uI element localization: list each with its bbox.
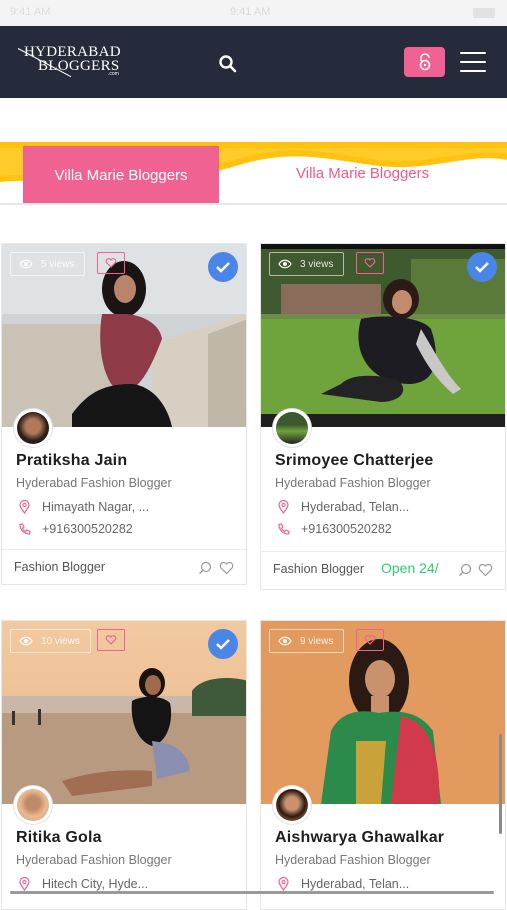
status-time-left: 9:41 AM <box>10 6 51 18</box>
heart-icon <box>105 258 117 268</box>
heart-icon[interactable] <box>219 561 234 575</box>
verified-badge <box>467 252 497 282</box>
eye-icon <box>19 636 33 646</box>
profile-name[interactable]: Srimoyee Chatterjee <box>275 452 434 470</box>
tab-villa-marie-bloggers-active[interactable]: Villa Marie Bloggers <box>23 146 219 204</box>
profile-subtitle: Hyderabad Fashion Blogger <box>275 853 431 867</box>
zoom-icon[interactable] <box>458 563 472 577</box>
favourite-button[interactable] <box>356 629 384 651</box>
search-icon[interactable] <box>218 54 238 74</box>
tab-villa-marie-bloggers[interactable]: Villa Marie Bloggers <box>296 165 429 182</box>
verified-badge <box>208 629 238 659</box>
location-pin-icon <box>18 877 30 891</box>
location-row: Hitech City, Hyde... <box>16 877 148 891</box>
phone-row[interactable]: +916300520282 <box>16 522 133 536</box>
avatar[interactable] <box>273 786 311 824</box>
heart-icon <box>364 635 376 645</box>
profile-subtitle: Hyderabad Fashion Blogger <box>275 476 431 490</box>
avatar[interactable] <box>14 786 52 824</box>
profile-name[interactable]: Ritika Gola <box>16 829 102 847</box>
tab-divider <box>0 203 507 205</box>
phone-row[interactable]: +916300520282 <box>275 522 392 536</box>
favourite-button[interactable] <box>97 252 125 274</box>
unlock-icon <box>419 53 430 71</box>
favourite-button[interactable] <box>97 629 125 651</box>
phone-icon <box>277 522 290 535</box>
category-label: Fashion Blogger <box>14 560 106 574</box>
location-text: Himayath Nagar, ... <box>42 500 149 514</box>
profile-card[interactable]: 9 views Aishwarya Ghawalkar Hyderabad Fa… <box>260 620 506 910</box>
phone-icon <box>18 522 31 535</box>
check-icon <box>216 639 230 650</box>
heart-icon <box>105 635 117 645</box>
views-counter: 9 views <box>269 629 345 653</box>
location-text: Hyderabad, Telan... <box>301 877 410 891</box>
home-indicator <box>10 891 494 894</box>
card-footer: Fashion Blogger <box>2 549 246 585</box>
views-counter: 3 views <box>269 252 345 276</box>
views-count: 9 views <box>300 635 334 647</box>
location-row: Hyderabad, Telan... <box>275 877 409 891</box>
location-row: Himayath Nagar, ... <box>16 500 149 514</box>
views-count: 3 views <box>300 258 334 270</box>
location-pin-icon <box>277 500 289 514</box>
profile-card[interactable]: 3 views Srimoyee Chatterjee Hyderabad Fa… <box>260 243 506 590</box>
views-counter: 5 views <box>10 252 86 276</box>
phone-text[interactable]: +916300520282 <box>42 522 133 536</box>
profile-subtitle: Hyderabad Fashion Blogger <box>16 853 172 867</box>
unlock-button[interactable] <box>404 47 445 77</box>
status-time: 9:41 AM <box>230 6 271 18</box>
eye-icon <box>278 259 292 269</box>
scrollbar-thumb[interactable] <box>499 734 502 834</box>
location-pin-icon <box>18 500 30 514</box>
phone-text[interactable]: +916300520282 <box>301 522 392 536</box>
profile-card[interactable]: 10 views Ritika Gola Hyderabad Fashion B… <box>1 620 247 910</box>
profile-card[interactable]: 5 views Pratiksha Jain Hyderabad Fashion… <box>1 243 247 585</box>
location-text: Hitech City, Hyde... <box>42 877 149 891</box>
eye-icon <box>19 259 33 269</box>
profile-name[interactable]: Pratiksha Jain <box>16 452 127 470</box>
favourite-button[interactable] <box>356 252 384 274</box>
category-label: Fashion Blogger <box>273 562 365 576</box>
verified-badge <box>208 252 238 282</box>
site-logo[interactable]: HYDERABAD BLOGGERS .com <box>17 44 133 82</box>
logo-suffix: .com <box>108 71 119 77</box>
status-bar: 9:41 AM 9:41 AM <box>0 0 507 26</box>
location-pin-icon <box>277 877 289 891</box>
zoom-icon[interactable] <box>198 561 212 575</box>
open-status: Open 24/ <box>381 560 439 576</box>
profile-name[interactable]: Aishwarya Ghawalkar <box>275 829 444 847</box>
check-icon <box>216 262 230 273</box>
heart-icon <box>364 258 376 268</box>
profile-subtitle: Hyderabad Fashion Blogger <box>16 476 172 490</box>
avatar[interactable] <box>273 409 311 447</box>
views-counter: 10 views <box>10 629 91 653</box>
eye-icon <box>278 636 292 646</box>
location-row: Hyderabad, Telan... <box>275 500 409 514</box>
views-count: 10 views <box>41 635 80 647</box>
location-text: Hyderabad, Telan... <box>301 500 410 514</box>
hamburger-menu-icon[interactable] <box>460 52 486 72</box>
battery-icon <box>473 8 495 18</box>
card-footer: Fashion Blogger Open 24/ <box>261 551 505 587</box>
check-icon <box>475 262 489 273</box>
avatar[interactable] <box>14 409 52 447</box>
views-count: 5 views <box>41 258 75 270</box>
heart-icon[interactable] <box>478 563 493 577</box>
